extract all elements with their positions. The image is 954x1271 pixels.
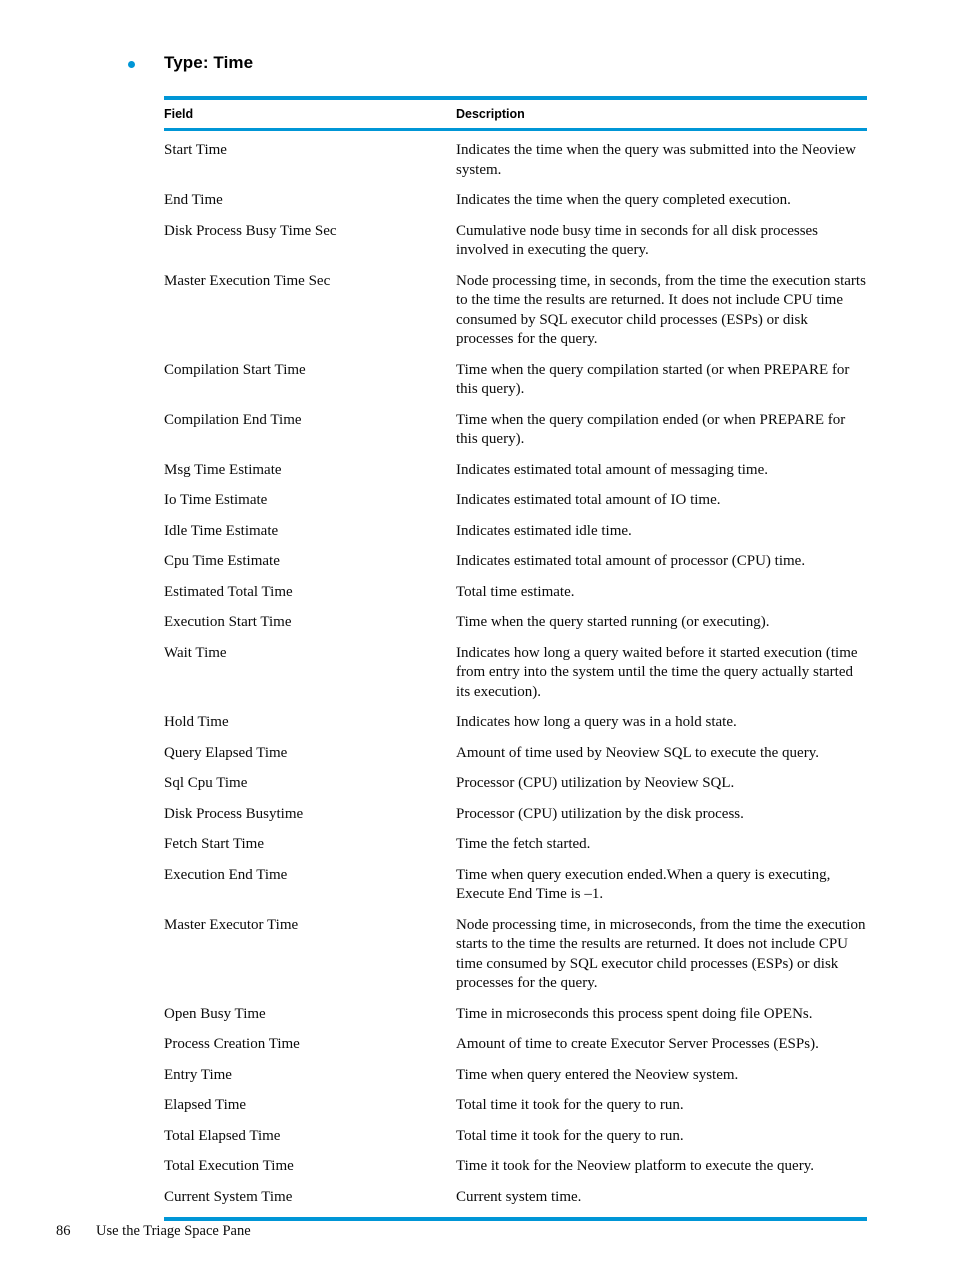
row-field: Process Creation Time — [164, 1036, 300, 1052]
table-row: Execution End Time Time when query execu… — [164, 866, 867, 905]
row-field: Disk Process Busy Time Sec — [164, 222, 337, 239]
row-description: Total time estimate. — [456, 583, 575, 600]
table-row: Execution Start Time Time when the query… — [164, 613, 867, 633]
table-row: Disk Process Busy Time Sec Cumulative no… — [164, 222, 867, 261]
table-row: Estimated Total Time Total time estimate… — [164, 583, 867, 603]
column-header-field: Field — [164, 107, 194, 121]
footer-title: Use the Triage Space Pane — [96, 1223, 251, 1239]
row-field: Io Time Estimate — [164, 492, 268, 508]
page-number: 86 — [56, 1223, 71, 1239]
row-field: Total Elapsed Time — [164, 1127, 281, 1144]
table-row: Compilation Start Time Time when the que… — [164, 361, 867, 400]
row-description: Indicates how long a query waited before… — [456, 644, 858, 700]
fields-table: Field Description Start Time Indicates t… — [164, 96, 867, 1221]
row-field: Msg Time Estimate — [164, 461, 282, 478]
row-description: Processor (CPU) utilization by Neoview S… — [456, 775, 735, 791]
row-description: Amount of time to create Executor Server… — [456, 1036, 819, 1052]
table-row: Hold Time Indicates how long a query was… — [164, 713, 867, 733]
table-row: Wait Time Indicates how long a query wai… — [164, 644, 867, 703]
row-field: Idle Time Estimate — [164, 522, 279, 539]
row-description: Time in microseconds this process spent … — [456, 1005, 813, 1022]
row-description: Indicates estimated total amount of IO t… — [456, 492, 721, 508]
row-description: Time when the query started running (or … — [456, 614, 770, 630]
row-field: Open Busy Time — [164, 1005, 266, 1022]
row-field: Hold Time — [164, 714, 229, 730]
document-page: Type: Time Field Description Start Time … — [0, 0, 954, 1271]
row-description: Time when the query compilation started … — [456, 361, 850, 398]
row-description: Time it took for the Neoview platform to… — [456, 1158, 814, 1174]
row-description: Indicates the time when the query was su… — [456, 142, 856, 178]
row-field: Total Execution Time — [164, 1158, 294, 1174]
table-body: Start Time Indicates the time when the q… — [164, 131, 867, 1217]
row-description: Cumulative node busy time in seconds for… — [456, 222, 819, 259]
row-description: Time the fetch started. — [456, 836, 591, 852]
table-row: Query Elapsed Time Amount of time used b… — [164, 744, 867, 764]
row-field: Elapsed Time — [164, 1097, 247, 1113]
table-row: Master Execution Time Sec Node processin… — [164, 272, 867, 350]
section-heading-label: Type: Time — [164, 53, 254, 72]
table-row: Entry Time Time when query entered the N… — [164, 1066, 867, 1086]
row-description: Processor (CPU) utilization by the disk … — [456, 805, 744, 822]
row-description: Node processing time, in microseconds, f… — [456, 916, 866, 992]
table-row: Elapsed Time Total time it took for the … — [164, 1096, 867, 1116]
row-field: Query Elapsed Time — [164, 744, 288, 761]
table-row: Current System Time Current system time. — [164, 1188, 867, 1208]
page-footer: 86 Use the Triage Space Pane — [56, 1221, 251, 1241]
row-field: Wait Time — [164, 644, 227, 661]
table-row: Start Time Indicates the time when the q… — [164, 141, 867, 180]
table-row: Compilation End Time Time when the query… — [164, 411, 867, 450]
table-row: Fetch Start Time Time the fetch started. — [164, 835, 867, 855]
row-description: Current system time. — [456, 1188, 582, 1205]
table-row: Open Busy Time Time in microseconds this… — [164, 1005, 867, 1025]
bullet-icon — [128, 61, 135, 68]
row-field: Start Time — [164, 142, 227, 158]
row-description: Time when query entered the Neoview syst… — [456, 1066, 739, 1083]
row-description: Time when the query compilation ended (o… — [456, 411, 846, 448]
column-header-description: Description — [456, 107, 525, 121]
row-description: Node processing time, in seconds, from t… — [456, 272, 866, 348]
row-field: Master Executor Time — [164, 916, 299, 933]
row-field: Fetch Start Time — [164, 836, 265, 852]
row-field: Current System Time — [164, 1188, 293, 1205]
table-row: Total Execution Time Time it took for th… — [164, 1157, 867, 1177]
row-description: Indicates estimated total amount of mess… — [456, 461, 769, 478]
table-row: Master Executor Time Node processing tim… — [164, 916, 867, 994]
table-header-row: Field Description — [164, 100, 867, 128]
row-description: Indicates how long a query was in a hold… — [456, 714, 737, 730]
row-field: Compilation Start Time — [164, 361, 306, 378]
table-row: Msg Time Estimate Indicates estimated to… — [164, 461, 867, 481]
table-row: Process Creation Time Amount of time to … — [164, 1035, 867, 1055]
row-description: Time when query execution ended.When a q… — [456, 866, 831, 903]
row-description: Indicates the time when the query comple… — [456, 192, 791, 208]
row-field: Entry Time — [164, 1066, 232, 1083]
row-field: Execution Start Time — [164, 614, 292, 630]
table-row: Sql Cpu Time Processor (CPU) utilization… — [164, 774, 867, 794]
row-description: Total time it took for the query to run. — [456, 1097, 684, 1113]
row-field: Cpu Time Estimate — [164, 553, 280, 569]
table-row: Cpu Time Estimate Indicates estimated to… — [164, 552, 867, 572]
row-field: Master Execution Time Sec — [164, 272, 331, 289]
row-description: Indicates estimated idle time. — [456, 522, 632, 539]
table-row: Total Elapsed Time Total time it took fo… — [164, 1127, 867, 1147]
table-row: Idle Time Estimate Indicates estimated i… — [164, 522, 867, 542]
table-row: Io Time Estimate Indicates estimated tot… — [164, 491, 867, 511]
section-heading: Type: Time — [128, 52, 868, 74]
table-bottom-rule — [164, 1217, 867, 1221]
row-description: Total time it took for the query to run. — [456, 1127, 684, 1144]
row-field: Disk Process Busytime — [164, 805, 304, 822]
row-field: End Time — [164, 192, 223, 208]
row-field: Sql Cpu Time — [164, 775, 248, 791]
row-field: Execution End Time — [164, 866, 288, 883]
row-description: Amount of time used by Neoview SQL to ex… — [456, 744, 819, 761]
table-row: Disk Process Busytime Processor (CPU) ut… — [164, 805, 867, 825]
row-field: Estimated Total Time — [164, 583, 293, 600]
row-description: Indicates estimated total amount of proc… — [456, 553, 806, 569]
table-row: End Time Indicates the time when the que… — [164, 191, 867, 211]
row-field: Compilation End Time — [164, 411, 302, 428]
